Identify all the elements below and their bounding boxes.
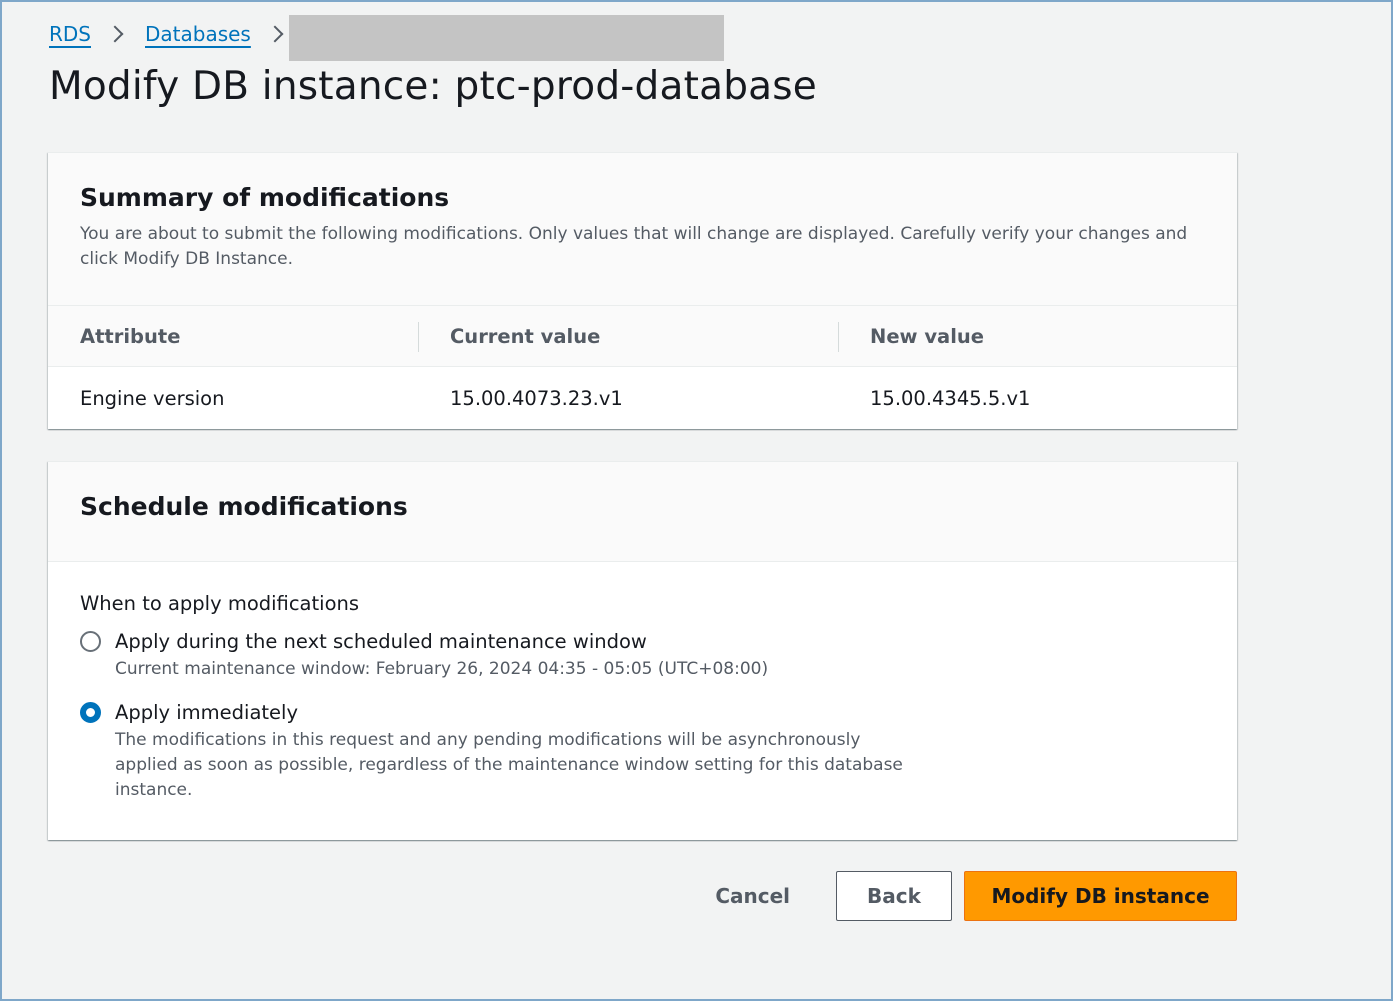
chevron-right-icon (106, 25, 124, 43)
breadcrumb-rds-link[interactable]: RDS (49, 22, 91, 46)
modify-db-instance-button[interactable]: Modify DB instance (964, 871, 1237, 921)
option-maintenance-window[interactable]: Apply during the next scheduled maintena… (80, 629, 1205, 682)
radio-apply-immediately[interactable] (80, 702, 101, 723)
table-header: Attribute Current value New value (48, 306, 1237, 367)
page-title: Modify DB instance: ptc-prod-database (49, 64, 817, 109)
option-label: Apply during the next scheduled maintena… (115, 630, 647, 653)
option-apply-immediately[interactable]: Apply immediately The modifications in t… (80, 700, 1205, 803)
chevron-right-icon (266, 25, 284, 43)
cell-attribute: Engine version (80, 386, 225, 410)
schedule-body: When to apply modifications Apply during… (48, 562, 1237, 803)
cell-current-value: 15.00.4073.23.v1 (450, 386, 623, 410)
option-label: Apply immediately (115, 701, 299, 724)
summary-title: Summary of modifications (80, 183, 450, 212)
summary-description: You are about to submit the following mo… (80, 224, 1188, 269)
summary-panel: Summary of modifications You are about t… (48, 152, 1237, 429)
column-header-new-value: New value (838, 306, 1237, 366)
back-button[interactable]: Back (836, 871, 952, 921)
breadcrumb: RDS Databases (49, 18, 305, 50)
summary-header: Summary of modifications You are about t… (48, 153, 1237, 306)
action-bar: Cancel Back Modify DB instance (715, 871, 1237, 921)
cell-new-value: 15.00.4345.5.v1 (870, 386, 1031, 410)
cancel-button[interactable]: Cancel (715, 884, 836, 908)
option-description: Current maintenance window: February 26,… (115, 659, 769, 679)
column-header-attribute: Attribute (80, 324, 181, 348)
schedule-header: Schedule modifications (48, 462, 1237, 562)
option-description: The modifications in this request and an… (115, 730, 903, 800)
table-row: Engine version 15.00.4073.23.v1 15.00.43… (48, 367, 1237, 429)
apply-timing-label: When to apply modifications (80, 592, 360, 615)
column-header-current-value: Current value (418, 306, 838, 366)
radio-maintenance-window[interactable] (80, 631, 101, 652)
redacted-breadcrumb-block (289, 15, 724, 61)
schedule-panel: Schedule modifications When to apply mod… (48, 461, 1237, 840)
breadcrumb-databases-link[interactable]: Databases (145, 22, 251, 46)
schedule-title: Schedule modifications (80, 492, 408, 521)
